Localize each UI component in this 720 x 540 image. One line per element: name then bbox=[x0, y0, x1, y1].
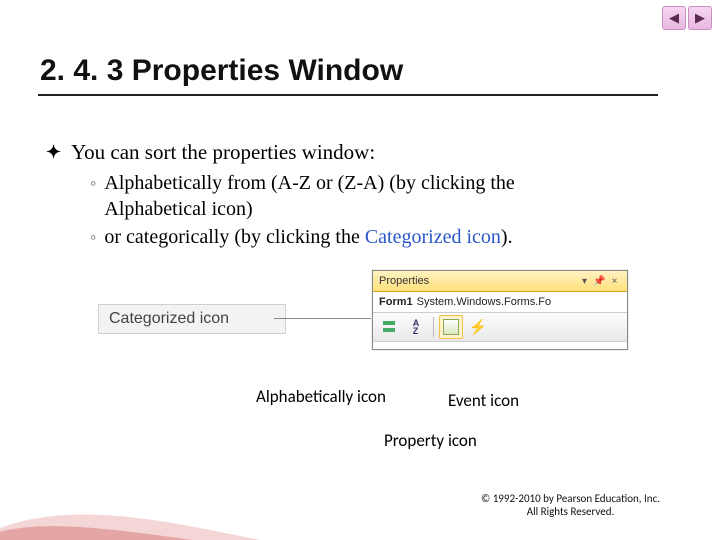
pin-icon[interactable]: 📌 bbox=[593, 275, 606, 288]
object-type: System.Windows.Forms.Fo bbox=[417, 296, 551, 308]
property-callout: Property icon bbox=[384, 430, 477, 451]
events-button[interactable]: ⚡ bbox=[466, 315, 490, 339]
alphabetical-button[interactable]: AZ bbox=[404, 315, 428, 339]
close-icon[interactable]: × bbox=[608, 275, 621, 288]
object-name: Form1 bbox=[379, 296, 413, 308]
alpha-callout: Alphabetically icon bbox=[256, 386, 386, 407]
sub-bullet-1-line2: Alphabetical icon) bbox=[104, 198, 252, 220]
copyright-line2: All Rights Reserved. bbox=[481, 505, 660, 518]
properties-figure: Categorized icon Properties ▾ 📌 × Form1 … bbox=[98, 270, 638, 358]
properties-icon bbox=[443, 319, 459, 335]
categorized-icon-label-box: Categorized icon bbox=[98, 304, 286, 334]
categorized-button[interactable] bbox=[377, 315, 401, 339]
properties-toolbar: AZ ⚡ bbox=[373, 313, 627, 342]
decorative-swoosh bbox=[0, 480, 260, 540]
properties-object-selector[interactable]: Form1 System.Windows.Forms.Fo bbox=[373, 292, 627, 313]
ring-bullet-icon: ◦ bbox=[90, 170, 96, 196]
sub-bullets: ◦ Alphabetically from (A-Z or (Z-A) (by … bbox=[90, 170, 650, 252]
sub-bullet-1: ◦ Alphabetically from (A-Z or (Z-A) (by … bbox=[90, 170, 650, 222]
nav-arrows: ◀ ▶ bbox=[662, 6, 712, 30]
sub-bullet-2-prefix: or categorically (by clicking the bbox=[104, 226, 364, 248]
copyright: © 1992-2010 by Pearson Education, Inc. A… bbox=[481, 492, 660, 518]
events-icon: ⚡ bbox=[469, 318, 488, 337]
next-slide-button[interactable]: ▶ bbox=[688, 6, 712, 30]
bullet-icon: ✦ bbox=[46, 140, 61, 164]
sub-bullet-2: ◦ or categorically (by clicking the Cate… bbox=[90, 224, 650, 250]
sub-bullet-2-suffix: ). bbox=[501, 226, 513, 248]
main-bullet-text: You can sort the properties window: bbox=[71, 140, 375, 165]
ring-bullet-icon: ◦ bbox=[90, 224, 96, 250]
toolbar-divider bbox=[433, 317, 434, 337]
callout-line bbox=[274, 318, 388, 319]
main-bullet: ✦ You can sort the properties window: bbox=[46, 140, 375, 165]
event-callout: Event icon bbox=[448, 390, 519, 411]
copyright-line1: © 1992-2010 by Pearson Education, Inc. bbox=[481, 492, 660, 505]
categorized-icon-label: Categorized icon bbox=[109, 310, 229, 328]
sub-bullet-1-line1: Alphabetically from (A-Z or (Z-A) (by cl… bbox=[104, 172, 514, 194]
title-underline bbox=[38, 94, 658, 96]
categorized-icon bbox=[382, 320, 396, 334]
properties-title-text: Properties bbox=[379, 275, 429, 287]
alphabetical-icon: AZ bbox=[413, 319, 420, 335]
dropdown-icon[interactable]: ▾ bbox=[578, 275, 591, 288]
properties-panel: Properties ▾ 📌 × Form1 System.Windows.Fo… bbox=[372, 270, 628, 350]
prev-slide-button[interactable]: ◀ bbox=[662, 6, 686, 30]
properties-button[interactable] bbox=[439, 315, 463, 339]
properties-titlebar: Properties ▾ 📌 × bbox=[373, 271, 627, 292]
slide-title: 2. 4. 3 Properties Window bbox=[40, 54, 403, 88]
sub-bullet-2-link: Categorized icon bbox=[365, 226, 501, 248]
